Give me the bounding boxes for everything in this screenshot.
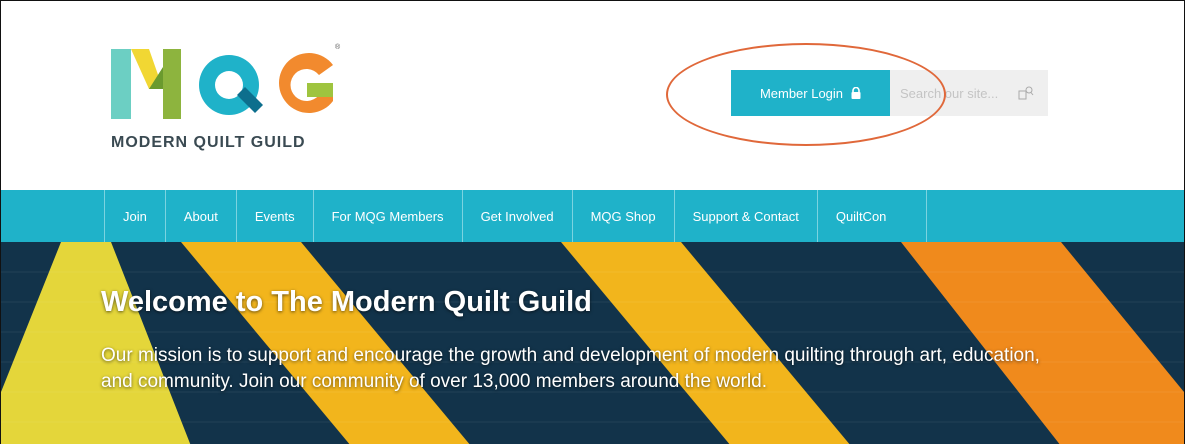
mqg-logo-mark: ® xyxy=(111,43,341,119)
nav-item-mqg-shop[interactable]: MQG Shop xyxy=(573,190,675,242)
nav-item-quiltcon[interactable]: QuiltCon xyxy=(818,190,928,242)
logo-wordmark: MODERN QUILT GUILD xyxy=(111,134,306,151)
search-icon[interactable] xyxy=(1018,86,1034,105)
nav-item-get-involved[interactable]: Get Involved xyxy=(463,190,573,242)
search-box xyxy=(890,70,1048,116)
member-login-label: Member Login xyxy=(759,85,844,101)
nav-item-about[interactable]: About xyxy=(166,190,237,242)
nav-item-support-contact[interactable]: Support & Contact xyxy=(675,190,818,242)
page: ® MODERN QUILT GUILD Member Login Join A… xyxy=(0,0,1185,444)
nav-item-join[interactable]: Join xyxy=(105,190,166,242)
nav-item-events[interactable]: Events xyxy=(237,190,314,242)
nav-item-for-mqg-members[interactable]: For MQG Members xyxy=(314,190,463,242)
hero-title: Welcome to The Modern Quilt Guild xyxy=(101,286,592,318)
search-input[interactable] xyxy=(890,70,1020,116)
nav-list: Join About Events For MQG Members Get In… xyxy=(104,190,928,242)
mqg-logo[interactable]: ® xyxy=(111,39,343,119)
member-login-button[interactable]: Member Login xyxy=(731,70,890,116)
main-nav: Join About Events For MQG Members Get In… xyxy=(1,190,1184,242)
lock-icon xyxy=(851,86,861,99)
hero-banner: Welcome to The Modern Quilt Guild Our mi… xyxy=(1,242,1184,444)
svg-text:®: ® xyxy=(335,43,341,51)
hero-mission-text: Our mission is to support and encourage … xyxy=(101,345,1040,392)
